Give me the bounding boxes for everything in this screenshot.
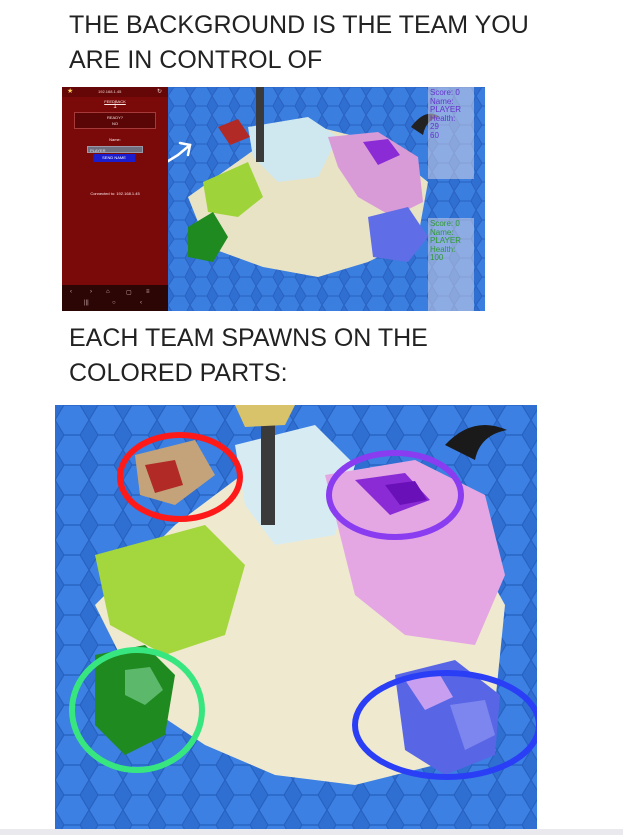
ready-value: NO	[112, 121, 118, 126]
recent-apps-icon[interactable]: |||	[84, 300, 89, 306]
heading-line-1: THE BACKGROUND IS THE TEAM YOU	[69, 11, 529, 39]
screenshot-phone-and-game: ★ 192.168.1.45 ↻ FEEDBACK 1 READY? NO Na…	[62, 87, 485, 311]
phone-nav-bar: ‹ › ⌂ ▢ ≡ ||| ○ ‹	[62, 285, 168, 311]
page-bottom-strip	[0, 829, 623, 835]
home-icon[interactable]: ⌂	[106, 289, 110, 295]
forward-icon[interactable]: ›	[90, 289, 92, 295]
phone-controller: ★ 192.168.1.45 ↻ FEEDBACK 1 READY? NO Na…	[62, 87, 168, 311]
ready-button[interactable]: READY? NO	[74, 112, 156, 129]
screenshot-spawn-areas	[55, 405, 537, 829]
menu-icon[interactable]: ≡	[146, 289, 150, 295]
connected-text: Connected to: 192.168.1.45	[90, 191, 140, 196]
heading-line-3: EACH TEAM SPAWNS ON THE	[69, 324, 428, 352]
phone-status-bar: ★ 192.168.1.45 ↻	[62, 87, 168, 97]
heading-line-4: COLORED PARTS:	[69, 359, 288, 387]
home-circle-icon[interactable]: ○	[112, 300, 116, 306]
name-input[interactable]: PLAYER	[87, 146, 143, 153]
star-icon: ★	[67, 88, 74, 95]
hud-health-value: 100	[430, 253, 444, 262]
hud-panel-purple: Score: 0 Name: PLAYER Health: 29 60	[428, 87, 474, 179]
send-name-button[interactable]: SEND NAME	[93, 154, 135, 162]
hud-health-value: 60	[430, 130, 439, 140]
heading-line-2: ARE IN CONTROL OF	[69, 46, 323, 74]
feedback-value: 1	[113, 104, 117, 110]
tabs-icon[interactable]: ▢	[126, 289, 132, 296]
hud-panel-green: Score: 0 Name: PLAYER Health: 100	[428, 218, 474, 311]
status-ip: 192.168.1.45	[98, 89, 122, 94]
back-icon[interactable]: ‹	[70, 289, 72, 295]
game-view-spawns	[55, 405, 537, 829]
rotate-icon: ↻	[156, 89, 162, 95]
name-label: Name:	[109, 137, 121, 142]
back-nav-icon[interactable]: ‹	[140, 300, 142, 306]
